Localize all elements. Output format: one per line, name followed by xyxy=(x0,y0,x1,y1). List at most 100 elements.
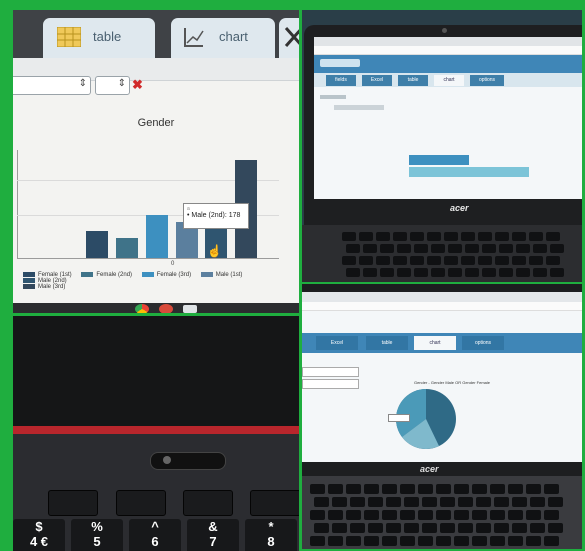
key[interactable] xyxy=(526,484,541,494)
key[interactable] xyxy=(494,523,509,533)
key[interactable] xyxy=(512,523,527,533)
key[interactable] xyxy=(382,536,397,546)
key[interactable] xyxy=(461,256,475,265)
key[interactable] xyxy=(382,484,397,494)
app-tab[interactable]: chart xyxy=(414,336,456,350)
key[interactable] xyxy=(346,484,361,494)
key[interactable] xyxy=(454,484,469,494)
key[interactable] xyxy=(332,497,347,507)
key[interactable] xyxy=(346,510,361,520)
key[interactable] xyxy=(386,523,401,533)
key[interactable] xyxy=(490,484,505,494)
key[interactable] xyxy=(548,523,563,533)
key[interactable] xyxy=(346,268,360,277)
series-select[interactable]: ⇕ xyxy=(13,76,91,95)
key-overview[interactable] xyxy=(116,490,166,516)
key[interactable] xyxy=(512,497,527,507)
key[interactable] xyxy=(458,523,473,533)
key[interactable] xyxy=(436,510,451,520)
key[interactable] xyxy=(550,268,564,277)
key[interactable] xyxy=(332,523,347,533)
key[interactable] xyxy=(494,497,509,507)
key[interactable] xyxy=(495,256,509,265)
key-fullscreen[interactable] xyxy=(48,490,98,516)
key-7[interactable]: & 7 xyxy=(187,519,239,551)
key[interactable] xyxy=(436,536,451,546)
key[interactable] xyxy=(508,536,523,546)
filter-select[interactable] xyxy=(302,379,359,389)
app-tab[interactable]: options xyxy=(462,336,504,350)
key[interactable] xyxy=(472,536,487,546)
key[interactable] xyxy=(476,523,491,533)
key[interactable] xyxy=(310,510,325,520)
tab-chart[interactable]: chart xyxy=(171,18,275,58)
key[interactable] xyxy=(526,536,541,546)
key-brightness-down[interactable] xyxy=(183,490,233,516)
key[interactable] xyxy=(346,536,361,546)
key[interactable] xyxy=(529,256,543,265)
key[interactable] xyxy=(548,497,563,507)
key[interactable] xyxy=(328,510,343,520)
key[interactable] xyxy=(376,256,390,265)
key-brightness-up[interactable] xyxy=(250,490,299,516)
key[interactable] xyxy=(427,256,441,265)
key[interactable] xyxy=(380,268,394,277)
key[interactable] xyxy=(533,268,547,277)
key[interactable] xyxy=(314,497,329,507)
key[interactable] xyxy=(516,268,530,277)
key[interactable] xyxy=(546,256,560,265)
app-tab[interactable]: Excel xyxy=(362,75,392,86)
key[interactable] xyxy=(512,256,526,265)
key[interactable] xyxy=(508,510,523,520)
key[interactable] xyxy=(478,256,492,265)
key[interactable] xyxy=(440,497,455,507)
key[interactable] xyxy=(465,268,479,277)
key[interactable] xyxy=(310,536,325,546)
key[interactable] xyxy=(440,523,455,533)
key[interactable] xyxy=(465,244,479,253)
key[interactable] xyxy=(516,244,530,253)
app-icon[interactable] xyxy=(159,304,173,313)
key[interactable] xyxy=(342,232,356,241)
app-tab[interactable]: options xyxy=(470,75,504,86)
key[interactable] xyxy=(478,232,492,241)
key[interactable] xyxy=(328,484,343,494)
key[interactable] xyxy=(544,510,559,520)
key[interactable] xyxy=(359,232,373,241)
key[interactable] xyxy=(364,536,379,546)
app-tab[interactable]: Excel xyxy=(316,336,358,350)
key[interactable] xyxy=(342,256,356,265)
key[interactable] xyxy=(490,510,505,520)
key[interactable] xyxy=(386,497,401,507)
key[interactable] xyxy=(482,268,496,277)
key[interactable] xyxy=(368,497,383,507)
key[interactable] xyxy=(310,484,325,494)
key[interactable] xyxy=(364,510,379,520)
key[interactable] xyxy=(422,523,437,533)
key[interactable] xyxy=(397,268,411,277)
key[interactable] xyxy=(476,497,491,507)
key[interactable] xyxy=(490,536,505,546)
series-select[interactable] xyxy=(302,367,359,377)
key-8[interactable]: * 8 xyxy=(245,519,297,551)
key[interactable] xyxy=(444,256,458,265)
key-5[interactable]: % 5 xyxy=(71,519,123,551)
key[interactable] xyxy=(499,244,513,253)
key[interactable] xyxy=(544,484,559,494)
key[interactable] xyxy=(544,536,559,546)
key[interactable] xyxy=(499,268,513,277)
key[interactable] xyxy=(454,536,469,546)
key[interactable] xyxy=(404,497,419,507)
key[interactable] xyxy=(422,497,437,507)
key[interactable] xyxy=(363,244,377,253)
key[interactable] xyxy=(448,244,462,253)
key[interactable] xyxy=(444,232,458,241)
chrome-icon[interactable] xyxy=(135,304,149,313)
key[interactable] xyxy=(314,523,329,533)
key[interactable] xyxy=(508,484,523,494)
key[interactable] xyxy=(454,510,469,520)
key[interactable] xyxy=(418,484,433,494)
key[interactable] xyxy=(380,244,394,253)
app-tab[interactable]: fields xyxy=(326,75,356,86)
key-4[interactable]: $ 4 € xyxy=(13,519,65,551)
